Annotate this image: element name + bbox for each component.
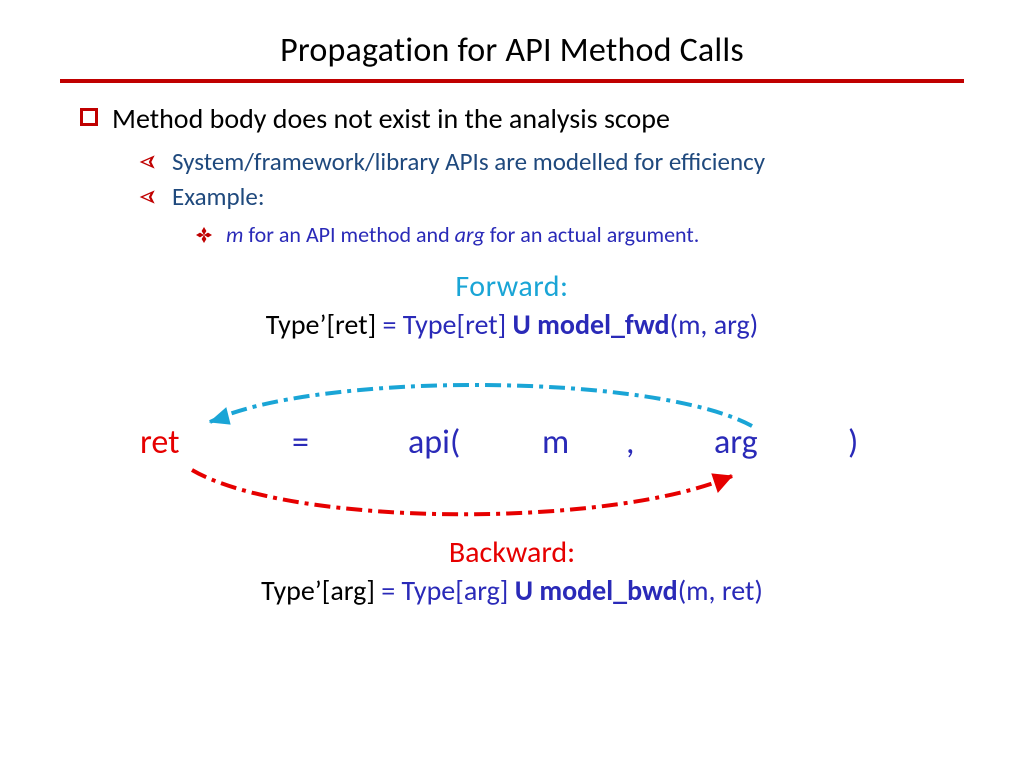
bullet-l3: m for an API method and arg for an actua… [196, 221, 964, 248]
fwd-args: (m, arg) [670, 307, 759, 342]
fwd-model: model_fwd [531, 307, 670, 342]
token-ret: ret [140, 422, 180, 463]
token-m: m [542, 422, 569, 463]
bwd-union: U [515, 573, 533, 608]
bwd-eq: = [381, 573, 395, 608]
bullet-l2-a: System/framework/library APIs are modell… [138, 146, 964, 177]
bwd-args: (m, ret) [678, 573, 763, 608]
title-underline [60, 79, 964, 83]
hollow-square-icon [80, 108, 98, 126]
bullet-l2-b-text: Example: [172, 181, 265, 212]
backward-arrow-arc [132, 462, 892, 520]
airplane-icon [138, 187, 160, 212]
bwd-lhs: Type’[arg] [261, 573, 375, 608]
text-m: m [226, 221, 243, 248]
forward-formula: Type’[ret] = Type[ret] U model_fwd(m, ar… [60, 307, 964, 342]
bullet-l1: Method body does not exist in the analys… [80, 101, 964, 136]
fwd-type: Type[ret] [396, 307, 512, 342]
forward-arrow-arc [132, 380, 892, 428]
text-post: for an actual argument. [485, 221, 700, 248]
token-close: ) [848, 422, 858, 463]
bwd-model: model_bwd [533, 573, 678, 608]
bullet-l3-text: m for an API method and arg for an actua… [226, 221, 699, 248]
four-diamond-icon [196, 227, 216, 248]
token-comma: , [626, 422, 634, 463]
bullet-l2-a-text: System/framework/library APIs are modell… [172, 146, 765, 177]
token-arg: arg [714, 422, 758, 463]
fwd-union: U [513, 307, 531, 342]
text-arg: arg [455, 221, 485, 248]
bullet-list: Method body does not exist in the analys… [80, 101, 964, 248]
token-api: api( [408, 422, 460, 463]
text-mid: for an API method and [243, 221, 454, 248]
backward-formula: Type’[arg] = Type[arg] U model_bwd(m, re… [60, 573, 964, 608]
bullet-l1-text: Method body does not exist in the analys… [112, 101, 670, 136]
fwd-eq: = [383, 307, 397, 342]
center-equation: ret = api( m , arg ) [132, 360, 892, 530]
slide: Propagation for API Method Calls Method … [0, 0, 1024, 768]
slide-title: Propagation for API Method Calls [60, 30, 964, 71]
bullet-l2-b: Example: [138, 181, 964, 212]
fwd-lhs: Type’[ret] [266, 307, 376, 342]
forward-label: Forward: [60, 268, 964, 305]
token-eq: = [292, 422, 309, 463]
airplane-icon [138, 152, 160, 177]
bwd-type: Type[arg] [395, 573, 515, 608]
backward-label: Backward: [60, 534, 964, 571]
